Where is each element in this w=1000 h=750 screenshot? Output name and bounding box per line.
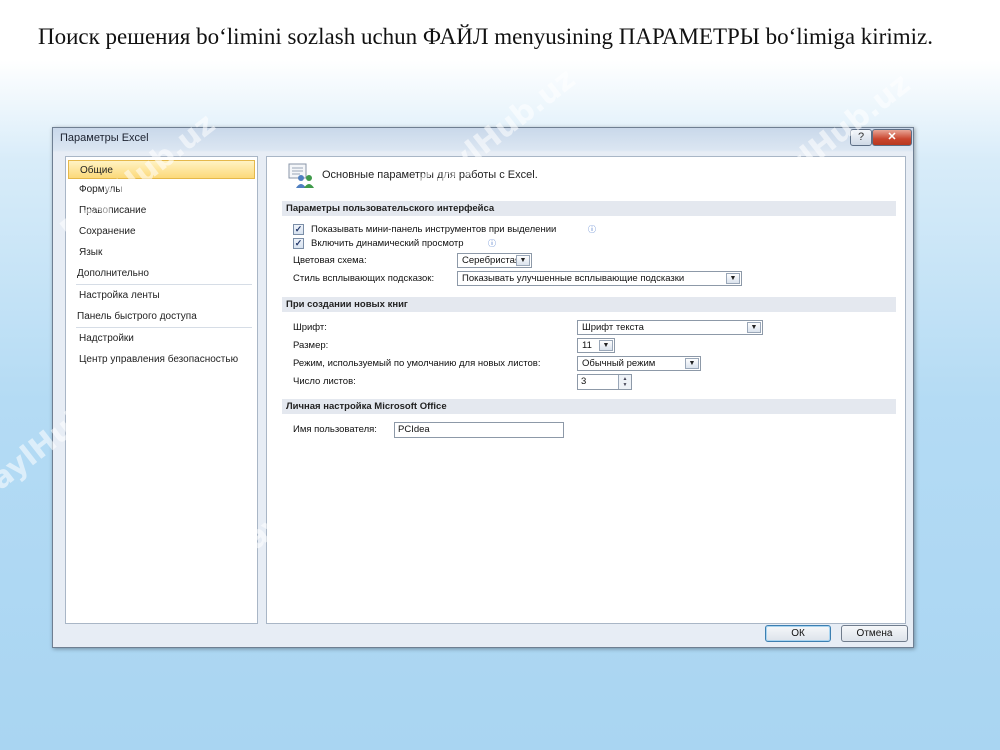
sheet-count-label: Число листов: <box>293 376 356 387</box>
sheet-count-stepper[interactable]: 3 ▲ ▼ <box>577 374 632 390</box>
size-label: Размер: <box>293 340 329 351</box>
size-select[interactable]: 11 ▼ <box>577 338 615 353</box>
nav-separator <box>76 284 252 285</box>
info-icon: ⓘ <box>588 225 596 234</box>
size-value: 11 <box>582 340 592 351</box>
ui-options-section-title: Параметры пользовательского интерфейса <box>282 201 896 216</box>
general-header: Основные параметры для работы с Excel. <box>322 169 538 181</box>
font-label: Шрифт: <box>293 322 327 333</box>
color-scheme-select[interactable]: Серебристая ▼ <box>457 253 532 268</box>
username-field[interactable]: PCIdea <box>394 422 564 438</box>
excel-options-dialog: Параметры Excel ? ✕ Общие Формулы Правоп… <box>52 127 914 648</box>
screentip-style-select[interactable]: Показывать улучшенные всплывающие подска… <box>457 271 742 286</box>
dialog-titlebar: Параметры Excel ? ✕ <box>53 128 913 150</box>
nav-item-customize-ribbon[interactable]: Настройка ленты <box>68 286 255 305</box>
view-mode-label: Режим, используемый по умолчанию для нов… <box>293 358 541 369</box>
info-icon: ⓘ <box>488 239 496 248</box>
nav-item-proofing[interactable]: Правописание <box>68 201 255 220</box>
chevron-down-icon: ▼ <box>516 255 530 266</box>
options-content-panel: Основные параметры для работы с Excel. П… <box>266 156 906 624</box>
username-label: Имя пользователя: <box>293 424 377 435</box>
chevron-down-icon: ▼ <box>726 273 740 284</box>
view-mode-select[interactable]: Обычный режим ▼ <box>577 356 701 371</box>
settings-people-icon <box>288 163 314 188</box>
color-scheme-label: Цветовая схема: <box>293 255 367 266</box>
dialog-title: Параметры Excel <box>60 132 149 144</box>
mini-toolbar-label: Показывать мини-панель инструментов при … <box>311 224 557 235</box>
ok-button[interactable]: ОК <box>765 625 831 642</box>
nav-item-add-ins[interactable]: Надстройки <box>68 329 255 348</box>
nav-item-general[interactable]: Общие <box>68 160 255 179</box>
chevron-down-icon: ▼ <box>599 340 613 351</box>
live-preview-label: Включить динамический просмотр <box>311 238 464 249</box>
close-button[interactable]: ✕ <box>872 129 912 146</box>
font-select[interactable]: Шрифт текста ▼ <box>577 320 763 335</box>
spinner-buttons[interactable]: ▲ ▼ <box>618 375 631 389</box>
nav-item-quick-access-toolbar[interactable]: Панель быстрого доступа <box>68 307 255 326</box>
options-category-list: Общие Формулы Правописание Сохранение Яз… <box>65 156 258 624</box>
chevron-down-icon: ▼ <box>747 322 761 333</box>
nav-item-trust-center[interactable]: Центр управления безопасностью <box>68 350 255 369</box>
spin-down-icon[interactable]: ▼ <box>621 382 629 388</box>
help-button[interactable]: ? <box>850 129 872 146</box>
chevron-down-icon: ▼ <box>685 358 699 369</box>
color-scheme-value: Серебристая <box>462 255 521 266</box>
cancel-button[interactable]: Отмена <box>841 625 908 642</box>
nav-separator <box>76 327 252 328</box>
sheet-count-value: 3 <box>581 376 587 387</box>
live-preview-checkbox[interactable]: ✓ <box>293 238 304 249</box>
personal-section-title: Личная настройка Microsoft Office <box>282 399 896 414</box>
nav-item-language[interactable]: Язык <box>68 243 255 262</box>
mini-toolbar-checkbox[interactable]: ✓ <box>293 224 304 235</box>
slide-instruction-text: Поиск решения bo‘limini sozlash uchun ФА… <box>38 24 933 49</box>
new-books-section-title: При создании новых книг <box>282 297 896 312</box>
font-value: Шрифт текста <box>582 322 644 333</box>
screentip-style-value: Показывать улучшенные всплывающие подска… <box>462 273 685 284</box>
screentip-style-label: Стиль всплывающих подсказок: <box>293 273 435 284</box>
nav-item-formulas[interactable]: Формулы <box>68 180 255 199</box>
nav-item-advanced[interactable]: Дополнительно <box>68 264 255 283</box>
view-mode-value: Обычный режим <box>582 358 656 369</box>
nav-item-save[interactable]: Сохранение <box>68 222 255 241</box>
